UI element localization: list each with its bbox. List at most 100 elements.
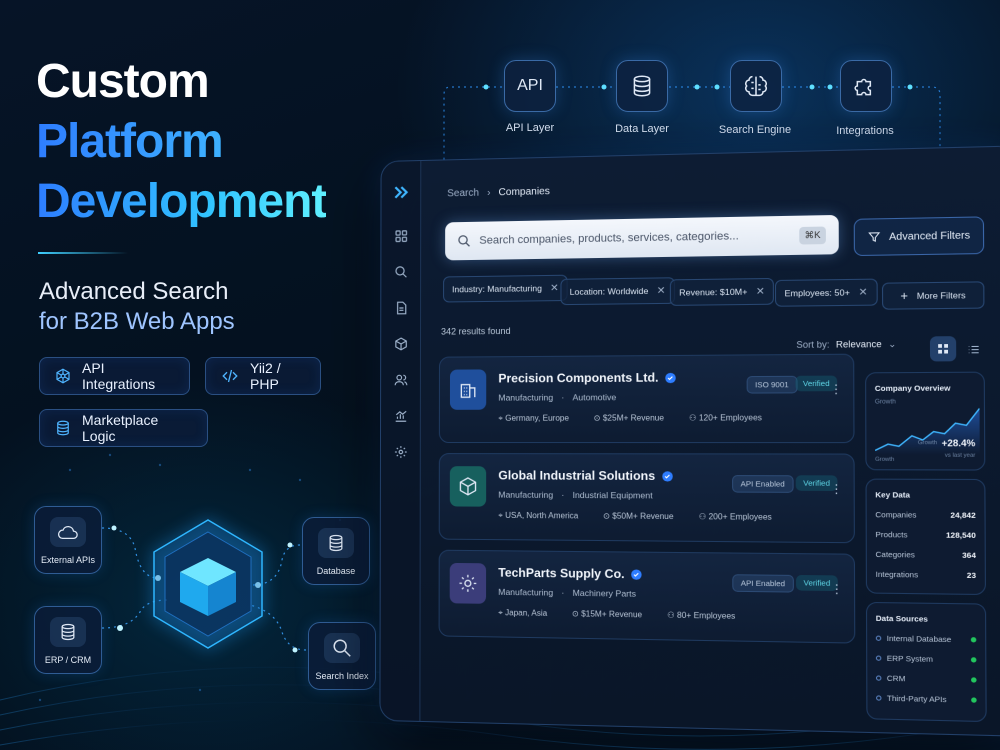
graph-node-label: Search Index xyxy=(315,671,369,681)
box-icon[interactable] xyxy=(392,335,410,353)
people-icon: ⚇ xyxy=(667,610,675,620)
close-icon[interactable]: ✕ xyxy=(858,287,867,299)
industry: Manufacturing xyxy=(498,586,554,598)
company-card[interactable]: Precision Components Ltd. Manufacturing ·… xyxy=(438,353,855,444)
company-name[interactable]: Global Industrial Solutions xyxy=(498,468,673,483)
dot-separator: · xyxy=(561,587,565,598)
key-value: 24,842 xyxy=(950,510,976,521)
more-options-icon[interactable]: ⋮ xyxy=(830,582,843,597)
company-card[interactable]: TechParts Supply Co. Manufacturing · Machi… xyxy=(438,549,856,644)
graph-node-label: External APIs xyxy=(40,555,96,565)
filter-chip-revenue[interactable]: Revenue: $10M+ ✕ xyxy=(669,277,775,306)
filter-chip-industry[interactable]: Industry: Manufacturing ✕ xyxy=(443,274,568,303)
status-dot xyxy=(970,637,977,643)
users-icon[interactable] xyxy=(392,371,410,389)
revenue-icon: ⊙ xyxy=(593,413,601,423)
data-source-item[interactable]: Internal Database xyxy=(875,633,977,644)
data-source-item[interactable]: Third-Party APIs xyxy=(876,693,977,705)
pipeline-label: Data Layer xyxy=(615,123,669,135)
breadcrumb-root[interactable]: Search xyxy=(447,188,479,200)
data-source-item[interactable]: ERP System xyxy=(875,653,977,664)
hero-title: Custom Platform Development xyxy=(36,52,327,232)
close-icon[interactable]: ✕ xyxy=(756,286,765,297)
pill-yii2-php[interactable]: Yii2 / PHP xyxy=(205,357,321,395)
employees: ⚇ 200+ Employees xyxy=(699,512,772,523)
source-icon xyxy=(875,675,882,681)
source-label: Third-Party APIs xyxy=(886,693,947,705)
settings-gear-icon[interactable] xyxy=(392,443,410,461)
chart-label: Growth xyxy=(875,456,895,463)
data-source-item[interactable]: CRM xyxy=(875,673,977,684)
location-pin-icon: ⌖ xyxy=(498,413,503,423)
brain-icon xyxy=(745,75,767,97)
people-icon: ⚇ xyxy=(689,413,697,423)
hero-subtitle-line2: for B2B Web Apps xyxy=(39,308,235,335)
company-category: Manufacturing · Industrial Equipment xyxy=(498,490,652,501)
key-label: Categories xyxy=(875,549,915,560)
dashboard-icon[interactable] xyxy=(392,227,410,245)
gear-icon xyxy=(449,562,487,604)
results-count: 342 results found xyxy=(441,325,511,337)
app-logo-icon[interactable] xyxy=(392,183,410,201)
company-card[interactable]: Global Industrial Solutions Manufacturin… xyxy=(438,453,855,544)
database-icon xyxy=(61,623,75,641)
more-filters-button[interactable]: + More Filters xyxy=(881,281,985,310)
building-icon xyxy=(449,369,487,410)
revenue-text: $15M+ Revenue xyxy=(581,609,643,620)
pipeline-node-search-engine xyxy=(730,60,782,112)
more-options-icon[interactable]: ⋮ xyxy=(830,482,843,497)
verified-check-icon xyxy=(631,568,642,580)
employees: ⚇ 80+ Employees xyxy=(667,611,735,622)
source-icon xyxy=(876,695,882,701)
search-icon[interactable] xyxy=(392,263,410,281)
company-name[interactable]: TechParts Supply Co. xyxy=(498,565,642,581)
pill-api-integrations[interactable]: API Integrations xyxy=(39,357,190,395)
filter-icon xyxy=(867,231,880,244)
plus-icon: + xyxy=(900,288,909,304)
revenue: ⊙ $15M+ Revenue xyxy=(572,609,642,620)
sort-value: Relevance xyxy=(835,338,882,350)
filter-chip-label: Location: Worldwide xyxy=(569,285,649,297)
company-meta: ⌖ Japan, Asia ⊙ $15M+ Revenue ⚇ 80+ Empl… xyxy=(498,608,735,622)
filter-chip-employees[interactable]: Employees: 50+ ✕ xyxy=(774,278,878,307)
key-label: Companies xyxy=(875,509,917,520)
company-name-text: TechParts Supply Co. xyxy=(498,565,625,582)
close-icon[interactable]: ✕ xyxy=(550,282,559,293)
search-icon xyxy=(457,234,471,248)
dot-separator: · xyxy=(561,392,565,403)
cert-badge: ISO 9001 xyxy=(746,375,798,394)
sort-dropdown[interactable]: Sort by: Relevance ⌄ xyxy=(796,339,896,351)
location: ⌖ Japan, Asia xyxy=(498,608,547,619)
close-icon[interactable]: ✕ xyxy=(657,285,666,296)
advanced-filters-button[interactable]: Advanced Filters xyxy=(853,216,985,257)
key-data-row: Categories 364 xyxy=(875,550,975,560)
graph-node-search-index: Search Index xyxy=(308,622,376,690)
graph-node-label: Database xyxy=(316,566,356,576)
panel-title: Data Sources xyxy=(875,613,928,624)
document-icon[interactable] xyxy=(392,299,410,317)
company-name[interactable]: Precision Components Ltd. xyxy=(498,370,676,385)
grid-view-button[interactable] xyxy=(929,336,957,362)
more-options-icon[interactable]: ⋮ xyxy=(830,382,843,397)
list-view-button[interactable] xyxy=(960,337,986,362)
key-label: Products xyxy=(875,529,908,540)
search-bar[interactable]: ⌘K xyxy=(445,214,839,261)
filter-chip-location[interactable]: Location: Worldwide ✕ xyxy=(560,277,675,306)
key-value: 128,540 xyxy=(945,530,976,541)
grid-icon xyxy=(938,344,949,354)
analytics-icon[interactable] xyxy=(392,407,410,425)
location-text: USA, North America xyxy=(505,510,579,521)
hero-title-line1: Custom xyxy=(36,55,210,108)
sort-label: Sort by: xyxy=(796,339,830,350)
status-dot xyxy=(971,677,977,683)
growth-number: +28.4% xyxy=(941,437,976,449)
app-window: Search › Companies ⌘K Advanced Filters I… xyxy=(379,145,1000,737)
network-icon xyxy=(56,368,70,384)
pill-marketplace-logic[interactable]: Marketplace Logic xyxy=(39,409,208,447)
employees-text: 120+ Employees xyxy=(698,413,762,423)
growth-value: Growth +28.4% xyxy=(918,438,975,449)
pipeline-node-api: API xyxy=(504,60,556,112)
employees: ⚇ 120+ Employees xyxy=(689,413,762,423)
location-text: Germany, Europe xyxy=(505,413,569,423)
search-input[interactable] xyxy=(479,229,791,247)
